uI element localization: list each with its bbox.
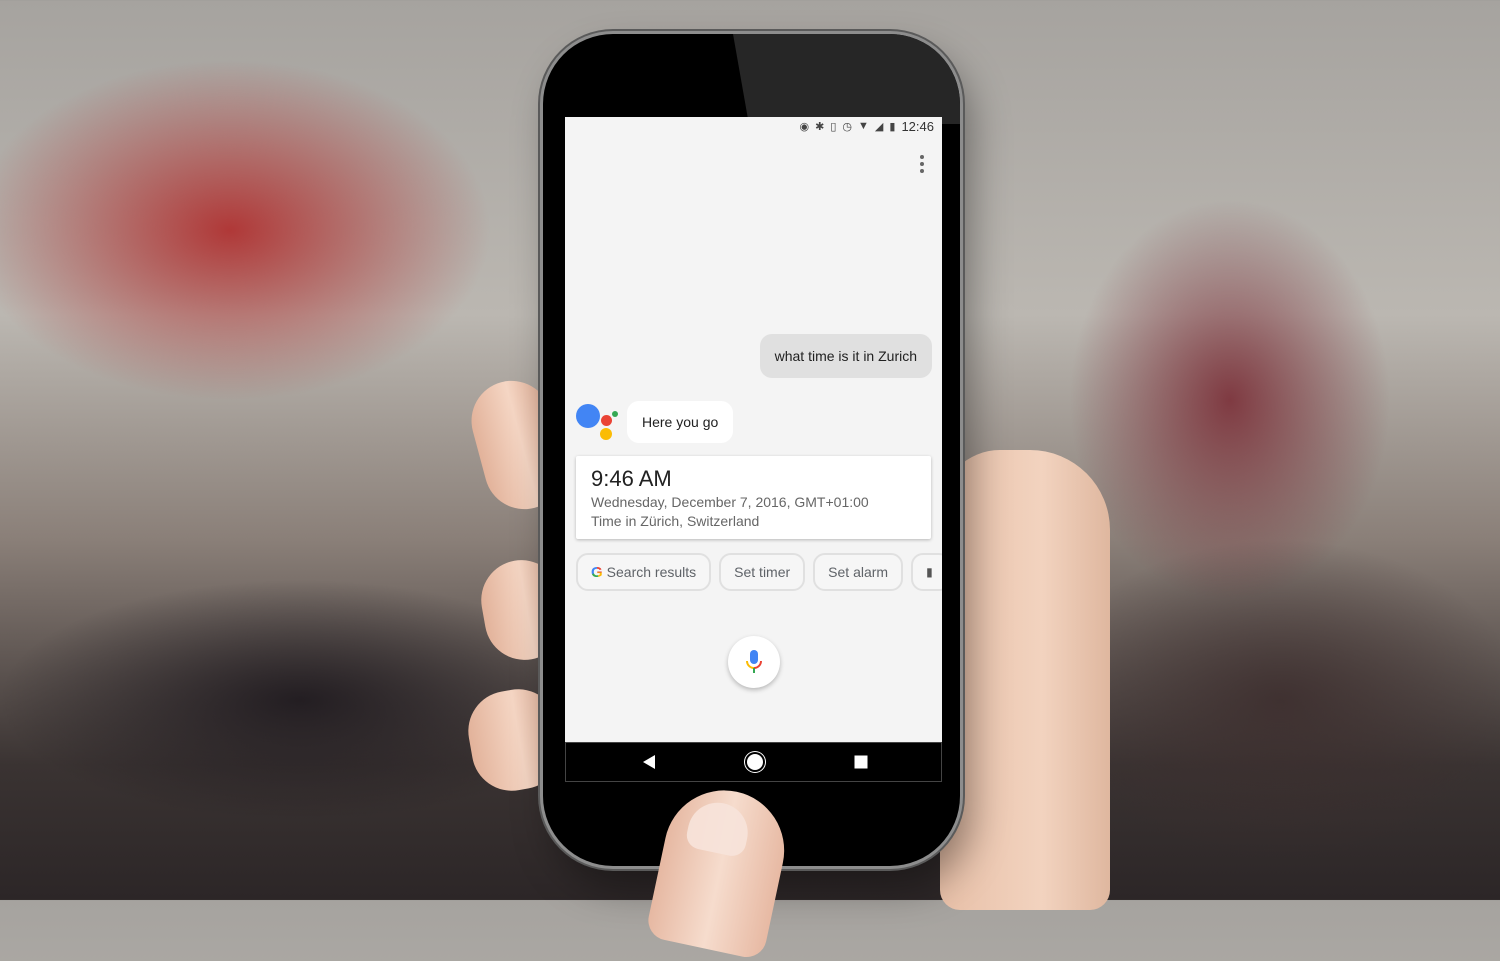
assistant-reply-bubble: Here you go bbox=[627, 401, 734, 443]
navigation-bar bbox=[565, 742, 942, 782]
vibrate-icon: ▯ bbox=[830, 120, 837, 133]
user-query-bubble: what time is it in Zurich bbox=[759, 334, 932, 378]
card-date: Wednesday, December 7, 2016, GMT+01:00 bbox=[591, 494, 869, 510]
chip-search-results[interactable]: G Search results bbox=[576, 553, 712, 591]
alarm-icon: ◷ bbox=[842, 120, 853, 133]
thumbnail bbox=[684, 797, 754, 859]
google-assistant-logo-icon bbox=[576, 404, 620, 444]
assistant-reply-text: Here you go bbox=[642, 414, 719, 430]
hand-background bbox=[940, 450, 1110, 910]
phone: ◉ ✱ ▯ ◷ ▼ ◢ ▮ 12:46 what time is it in Z… bbox=[543, 34, 960, 866]
wifi-icon: ▼ bbox=[858, 120, 869, 132]
google-g-icon: G bbox=[591, 563, 603, 581]
status-time: 12:46 bbox=[901, 118, 934, 134]
location-icon: ◉ bbox=[799, 120, 810, 133]
status-bar: ◉ ✱ ▯ ◷ ▼ ◢ ▮ 12:46 bbox=[565, 117, 942, 135]
recents-button[interactable] bbox=[854, 755, 868, 769]
microphone-icon bbox=[746, 650, 762, 673]
chip-set-timer[interactable]: Set timer bbox=[719, 553, 806, 591]
chip-feedback[interactable]: ▮ bbox=[911, 553, 942, 591]
battery-icon: ▮ bbox=[889, 120, 896, 133]
bluetooth-icon: ✱ bbox=[815, 120, 825, 133]
signal-icon: ◢ bbox=[874, 120, 884, 133]
phone-glare bbox=[733, 34, 960, 124]
back-button[interactable] bbox=[643, 755, 655, 769]
suggestion-chips: G Search results Set timer Set alarm ▮ bbox=[576, 553, 942, 591]
chip-set-alarm[interactable]: Set alarm bbox=[813, 553, 904, 591]
time-result-card[interactable]: 9:46 AM Wednesday, December 7, 2016, GMT… bbox=[576, 456, 931, 539]
overflow-menu-icon[interactable] bbox=[916, 155, 928, 173]
card-location: Time in Zürich, Switzerland bbox=[591, 513, 760, 529]
chip-label: Set alarm bbox=[828, 564, 889, 580]
home-button[interactable] bbox=[747, 754, 763, 770]
chip-label: Set timer bbox=[734, 564, 791, 580]
card-time: 9:46 AM bbox=[591, 466, 672, 491]
phone-screen: ◉ ✱ ▯ ◷ ▼ ◢ ▮ 12:46 what time is it in Z… bbox=[565, 117, 942, 782]
user-query-text: what time is it in Zurich bbox=[774, 348, 917, 364]
microphone-button[interactable] bbox=[728, 636, 780, 688]
chip-label: Search results bbox=[606, 564, 697, 580]
feedback-icon: ▮ bbox=[926, 565, 933, 579]
